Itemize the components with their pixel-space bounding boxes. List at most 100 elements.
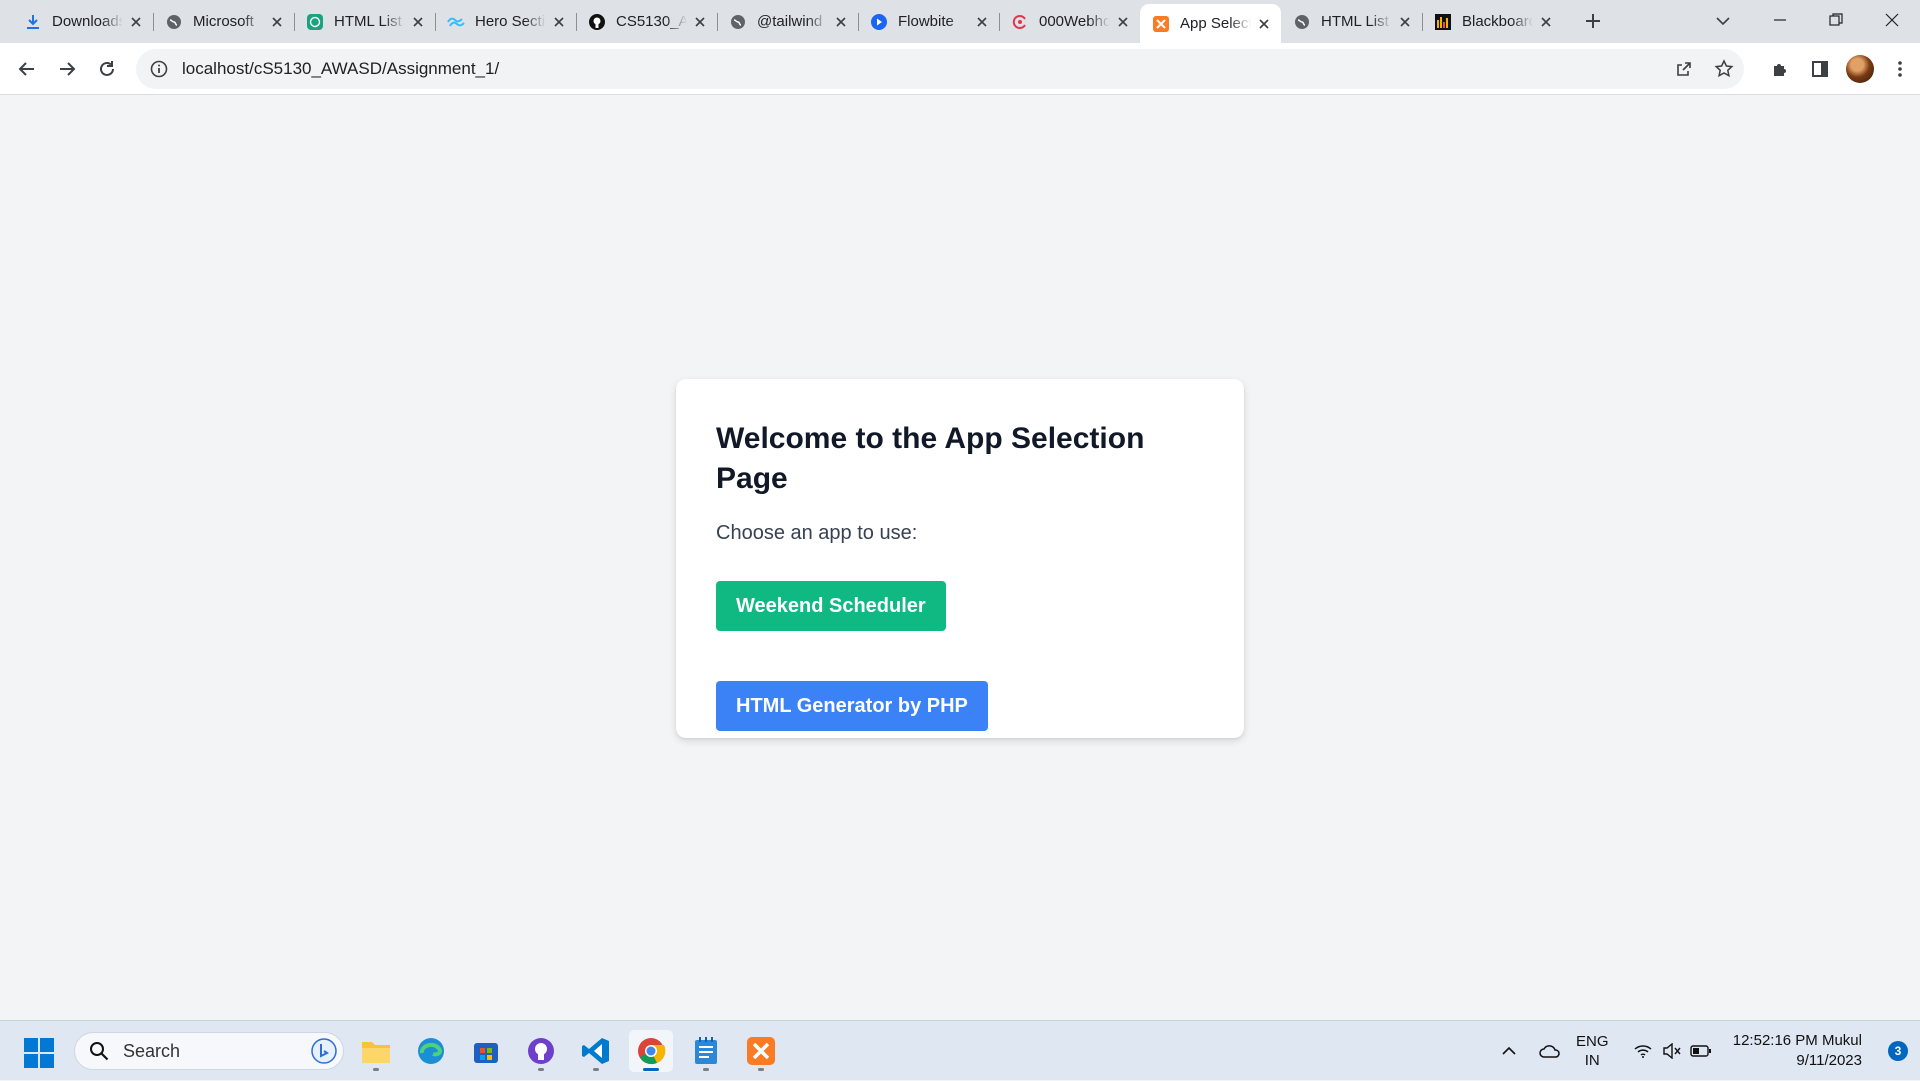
- start-button[interactable]: [24, 1038, 54, 1068]
- close-icon[interactable]: [409, 13, 427, 31]
- close-icon[interactable]: [1114, 13, 1132, 31]
- clock-date: 9/11/2023: [1796, 1052, 1862, 1069]
- tab-title: Microsoft: [193, 13, 254, 30]
- bing-icon[interactable]: [311, 1038, 337, 1064]
- clock-time: 12:52:16 PM Mukul: [1732, 1032, 1862, 1049]
- chevron-up-icon[interactable]: [1496, 1046, 1522, 1056]
- github-desktop-icon: [528, 1038, 554, 1064]
- restore-button[interactable]: [1808, 0, 1864, 40]
- github-icon: [588, 13, 606, 31]
- taskbar-store[interactable]: [464, 1030, 508, 1072]
- tab-title: Flowbite: [898, 13, 954, 30]
- taskbar-xampp[interactable]: [739, 1030, 783, 1072]
- profile-avatar[interactable]: [1840, 49, 1880, 89]
- tab-microsoft[interactable]: Microsoft: [153, 4, 294, 39]
- notification-badge[interactable]: 3: [1888, 1041, 1908, 1061]
- wifi-icon: [1628, 1044, 1658, 1058]
- tab-title: Blackboard: [1462, 13, 1533, 30]
- side-panel-icon[interactable]: [1800, 49, 1840, 89]
- tab-title: App Selection: [1180, 15, 1251, 32]
- chevron-down-icon: [1716, 17, 1730, 26]
- tailwind-icon: [447, 13, 465, 31]
- close-icon[interactable]: [550, 13, 568, 31]
- openai-icon: [306, 13, 324, 31]
- xampp-icon: [1152, 15, 1170, 33]
- tab-title: Downloads: [52, 13, 123, 30]
- tab-flowbite[interactable]: Flowbite: [858, 4, 999, 39]
- restore-icon: [1829, 13, 1843, 26]
- tab-html-list[interactable]: HTML List: [294, 4, 435, 39]
- url-text[interactable]: localhost/cS5130_AWASD/Assignment_1/: [182, 59, 499, 79]
- tab-html-list-2[interactable]: HTML List: [1281, 4, 1422, 39]
- store-icon: [474, 1043, 498, 1063]
- minimize-button[interactable]: [1752, 0, 1808, 40]
- tab-title: HTML List: [334, 13, 402, 30]
- system-clock[interactable]: 12:52:16 PM Mukul 9/11/2023: [1733, 1031, 1862, 1071]
- chrome-icon: [638, 1038, 666, 1065]
- tab-title: 000Webhost: [1039, 13, 1110, 30]
- close-icon[interactable]: [268, 13, 286, 31]
- html-generator-button[interactable]: HTML Generator by PHP: [716, 681, 988, 731]
- tab-title: HTML List: [1321, 13, 1389, 30]
- close-icon[interactable]: [832, 13, 850, 31]
- vscode-icon: [582, 1038, 609, 1064]
- tab-tailwind[interactable]: @tailwind: [717, 4, 858, 39]
- reload-icon: [100, 61, 114, 76]
- extensions-puzzle-icon[interactable]: [1760, 49, 1800, 89]
- notepad-icon: [695, 1037, 717, 1064]
- taskbar-notepad[interactable]: [684, 1030, 728, 1072]
- share-icon[interactable]: [1664, 49, 1704, 89]
- windows-taskbar: Search ENG IN 12:52:16 PM Mukul 9/11/202…: [0, 1020, 1920, 1080]
- tab-blackboard[interactable]: Blackboard: [1422, 4, 1563, 39]
- plus-icon: [1586, 14, 1600, 28]
- speaker-muted-icon: [1658, 1043, 1686, 1059]
- onedrive-cloud-icon[interactable]: [1530, 1044, 1570, 1058]
- arrow-right-icon: [60, 62, 76, 76]
- browser-toolbar: localhost/cS5130_AWASD/Assignment_1/: [0, 43, 1920, 95]
- taskbar-file-explorer[interactable]: [354, 1030, 398, 1072]
- address-bar[interactable]: localhost/cS5130_AWASD/Assignment_1/: [136, 49, 1744, 89]
- tab-hero-section[interactable]: Hero Section: [435, 4, 576, 39]
- close-icon[interactable]: [1537, 13, 1555, 31]
- new-tab-button[interactable]: [1575, 3, 1611, 39]
- weekend-scheduler-button[interactable]: Weekend Scheduler: [716, 581, 946, 631]
- back-button[interactable]: [9, 51, 45, 87]
- tab-title: @tailwind: [757, 13, 823, 30]
- folder-icon: [362, 1042, 390, 1063]
- taskbar-chrome[interactable]: [629, 1030, 673, 1072]
- close-icon[interactable]: [691, 13, 709, 31]
- windows-logo-icon: [24, 1038, 54, 1068]
- tab-app-selection[interactable]: App Selection: [1140, 4, 1281, 43]
- page-subtitle: Choose an app to use:: [716, 522, 918, 544]
- close-icon[interactable]: [127, 13, 145, 31]
- close-icon[interactable]: [973, 13, 991, 31]
- tab-000webhost[interactable]: 000Webhost: [999, 4, 1140, 39]
- status-icons[interactable]: [1628, 1021, 1716, 1081]
- taskbar-github-desktop[interactable]: [519, 1030, 563, 1072]
- taskbar-vscode[interactable]: [574, 1030, 618, 1072]
- globe-icon: [729, 13, 747, 31]
- edge-icon: [418, 1038, 444, 1064]
- close-icon[interactable]: [1396, 13, 1414, 31]
- more-menu-icon[interactable]: [1880, 49, 1920, 89]
- reload-button[interactable]: [89, 51, 125, 87]
- flowbite-icon: [870, 13, 888, 31]
- tab-downloads[interactable]: Downloads: [12, 4, 153, 39]
- forward-button[interactable]: [49, 51, 85, 87]
- app-selection-card: Welcome to the App Selection Page Choose…: [676, 379, 1244, 738]
- search-icon: [87, 1039, 111, 1063]
- language-code: ENG: [1576, 1033, 1609, 1050]
- toolbar-actions: [1760, 49, 1920, 89]
- site-info-icon[interactable]: [148, 58, 170, 80]
- arrow-left-icon: [18, 62, 34, 76]
- tab-github[interactable]: CS5130_AWASD: [576, 4, 717, 39]
- taskbar-search[interactable]: Search: [74, 1032, 344, 1070]
- close-window-button[interactable]: [1864, 0, 1920, 40]
- tab-strip: Downloads Microsoft HTML List Hero Secti…: [0, 0, 1920, 43]
- taskbar-edge[interactable]: [409, 1030, 453, 1072]
- bookmark-star-icon[interactable]: [1704, 49, 1744, 89]
- tab-search-button[interactable]: [1708, 6, 1738, 36]
- language-indicator[interactable]: ENG IN: [1576, 1032, 1609, 1070]
- page-title: Welcome to the App Selection Page: [716, 422, 1145, 495]
- close-icon[interactable]: [1255, 15, 1273, 33]
